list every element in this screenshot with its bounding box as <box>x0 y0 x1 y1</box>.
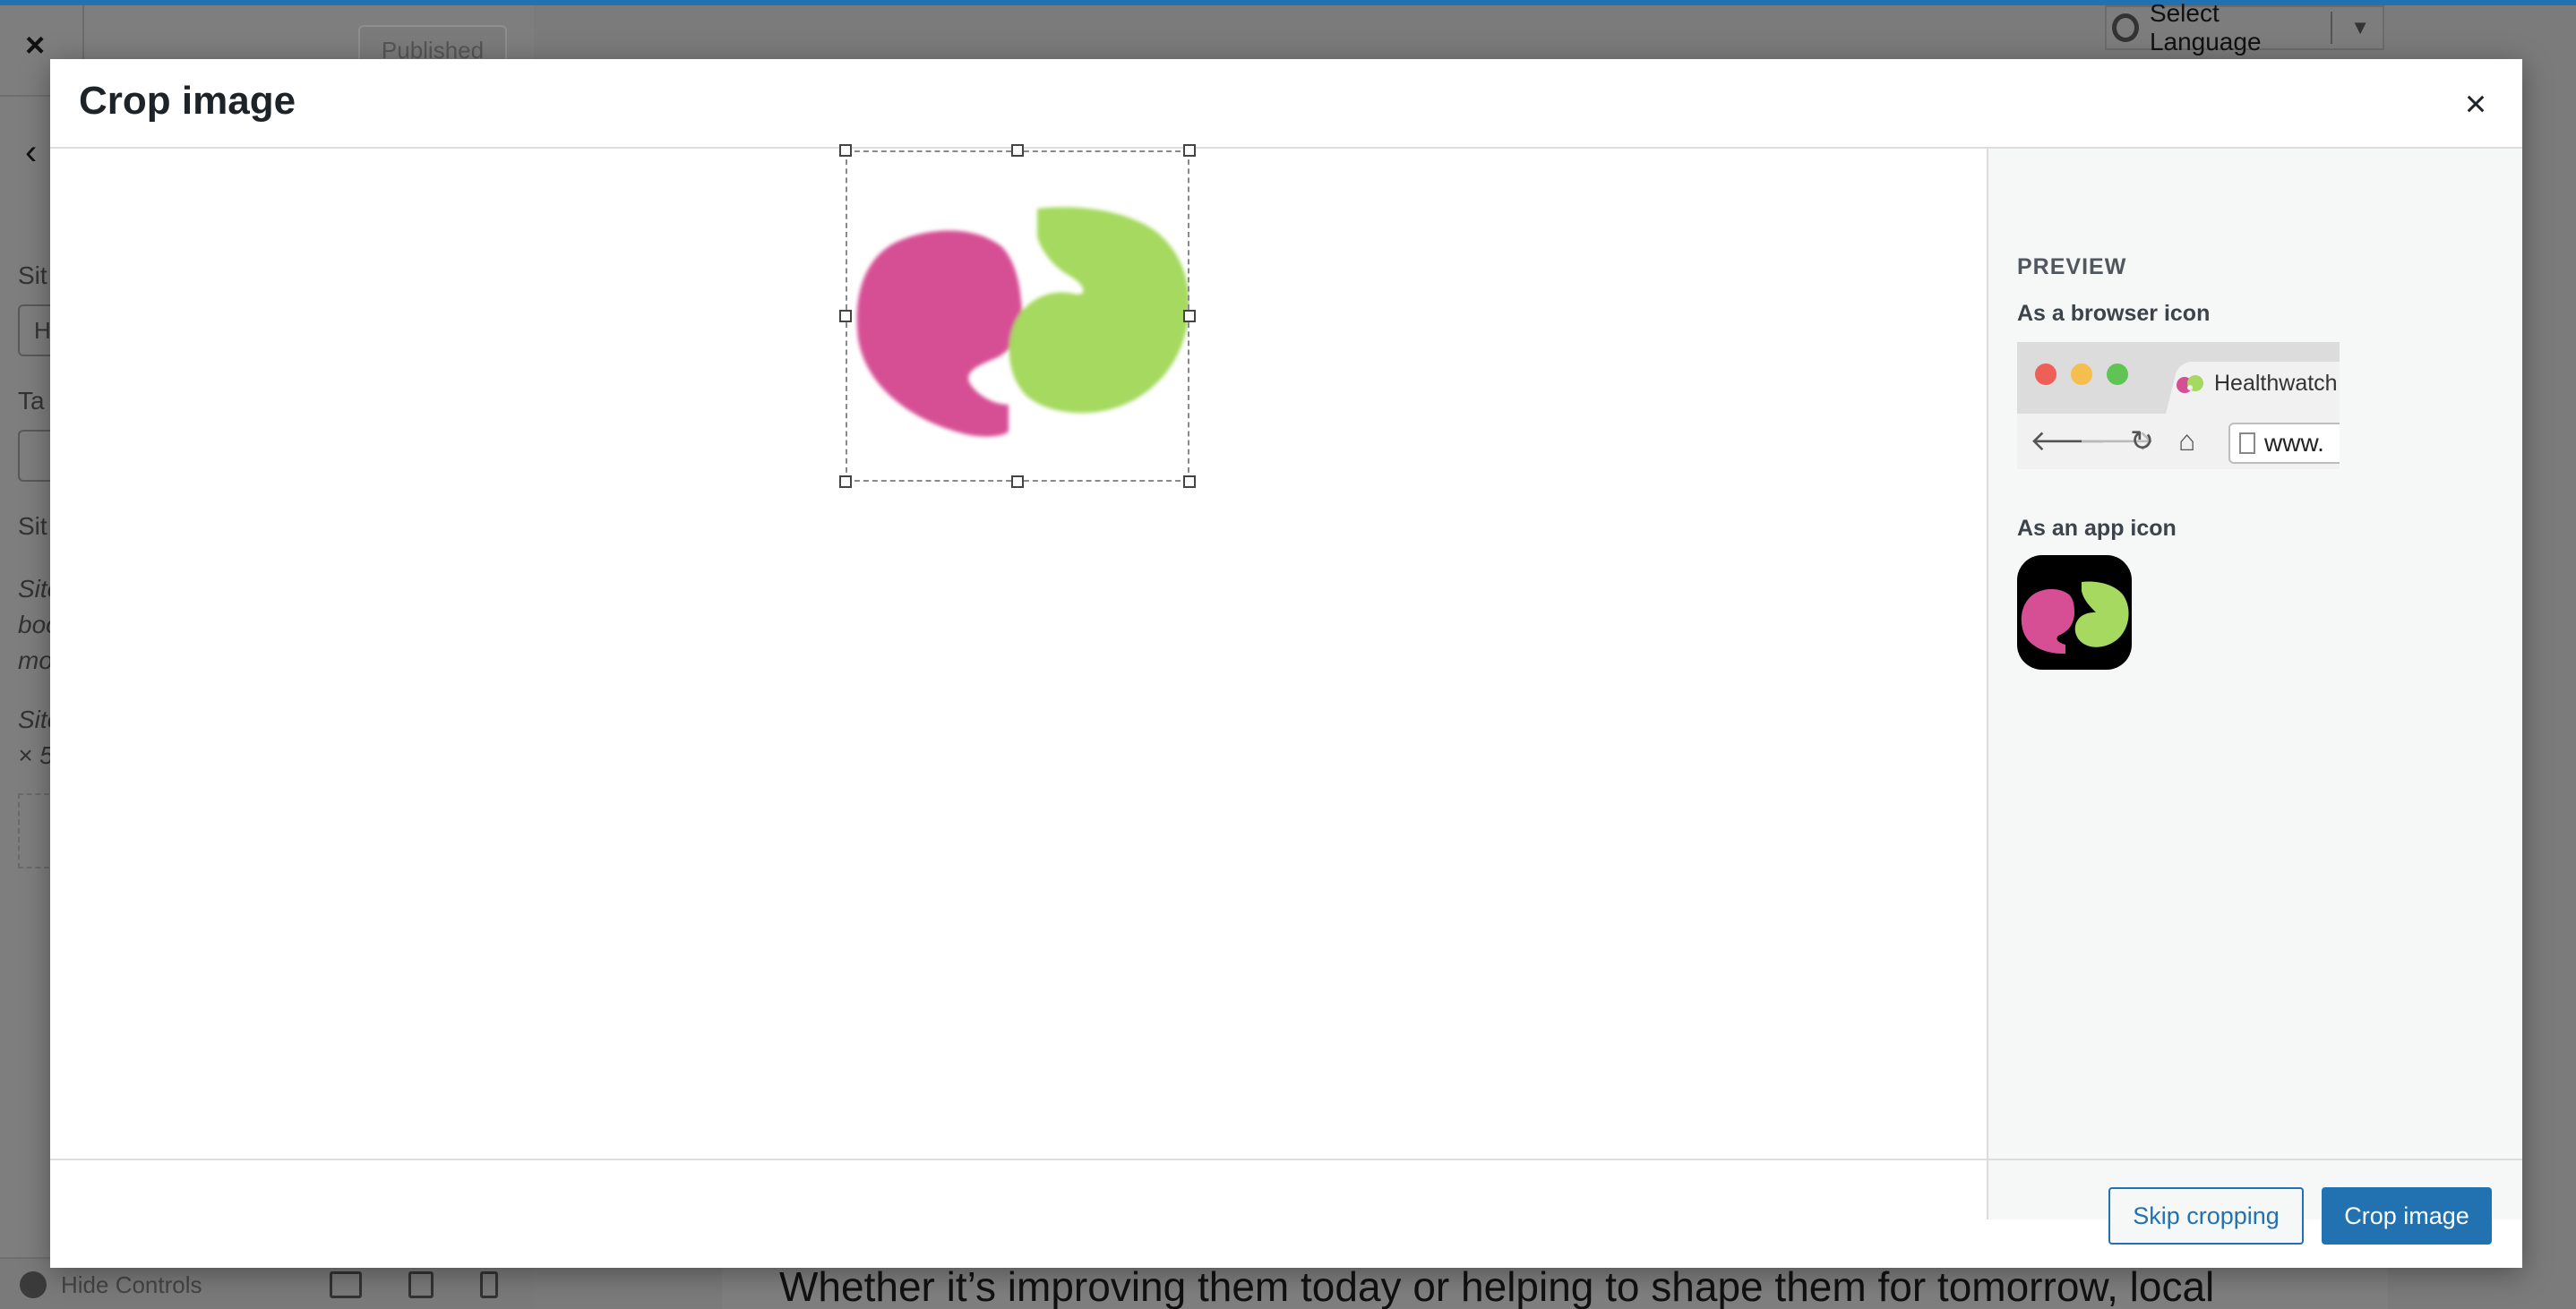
preview-sidebar: PREVIEW As a browser icon Healthwatch 🡐 … <box>1987 149 2522 1219</box>
crop-handle-w[interactable] <box>839 310 852 322</box>
crop-image-button[interactable]: Crop image <box>2322 1187 2492 1245</box>
hide-controls-label: Hide Controls <box>61 1270 202 1298</box>
minimize-dot-icon <box>2071 364 2092 385</box>
crop-handle-s[interactable] <box>1011 475 1024 488</box>
crop-handle-sw[interactable] <box>839 475 852 488</box>
favicon-icon <box>2177 374 2203 393</box>
sidebar-label-stub: Sit <box>18 261 47 289</box>
browser-tab-title: Healthwatch <box>2214 371 2338 396</box>
crop-area[interactable] <box>50 144 1987 1219</box>
sidebar-label-stub: Sit <box>18 512 47 540</box>
dropdown-arrow-icon: ▼ <box>2350 16 2370 38</box>
app-logo-icon <box>2021 581 2129 654</box>
close-dot-icon <box>2035 364 2057 385</box>
mobile-preview-icon[interactable] <box>480 1271 498 1298</box>
back-arrow-icon[interactable]: ‹ <box>25 133 37 173</box>
url-field: www. <box>2228 423 2340 464</box>
sidebar-text-stub: mo <box>18 646 53 674</box>
url-text: www. <box>2264 429 2324 457</box>
crop-handle-se[interactable] <box>1183 475 1196 488</box>
crop-handle-ne[interactable] <box>1183 144 1196 157</box>
app-icon-preview <box>2017 555 2132 670</box>
collapse-icon <box>20 1271 47 1298</box>
close-customizer-icon[interactable]: × <box>25 27 45 65</box>
browser-icon-preview: Healthwatch 🡐 🡒 ↻ ⌂ www. <box>2017 342 2340 469</box>
language-selector-label: Select Language <box>2149 0 2262 56</box>
home-icon: ⌂ <box>2178 424 2196 457</box>
site-title-stub-text: H <box>34 317 51 344</box>
site-tagline-text: Whether it’s improving them today or hel… <box>779 1263 2215 1309</box>
crop-handle-n[interactable] <box>1011 144 1024 157</box>
language-selector-divider <box>2331 12 2333 44</box>
crop-image-modal: Crop image × PREVIEW As a browser icon H… <box>50 59 2522 1268</box>
language-selector[interactable]: Select Language ▼ <box>2105 0 2384 56</box>
browser-icon-label: As a browser icon <box>2017 301 2211 326</box>
reload-icon: ↻ <box>2130 424 2154 457</box>
skip-cropping-button[interactable]: Skip cropping <box>2108 1187 2304 1245</box>
page-icon <box>2239 432 2255 454</box>
crop-handle-e[interactable] <box>1183 310 1196 322</box>
footer-divider <box>50 1159 2522 1160</box>
sidebar-label-stub: Ta <box>18 387 45 415</box>
preview-heading: PREVIEW <box>2017 254 2127 279</box>
tablet-preview-icon[interactable] <box>408 1271 434 1298</box>
maximize-dot-icon <box>2107 364 2128 385</box>
app-icon-label: As an app icon <box>2017 516 2177 541</box>
crop-selection[interactable] <box>846 150 1189 482</box>
hide-controls-button[interactable]: Hide Controls <box>0 1271 202 1299</box>
desktop-preview-icon[interactable] <box>330 1271 362 1298</box>
browser-tab-content: Healthwatch <box>2175 371 2338 397</box>
modal-title: Crop image <box>79 79 296 123</box>
sidebar-text-stub: × 5 <box>18 741 54 769</box>
crop-handle-nw[interactable] <box>839 144 852 157</box>
modal-header: Crop image × <box>50 59 2522 149</box>
close-icon[interactable]: × <box>2456 84 2495 124</box>
google-icon <box>2112 13 2139 42</box>
